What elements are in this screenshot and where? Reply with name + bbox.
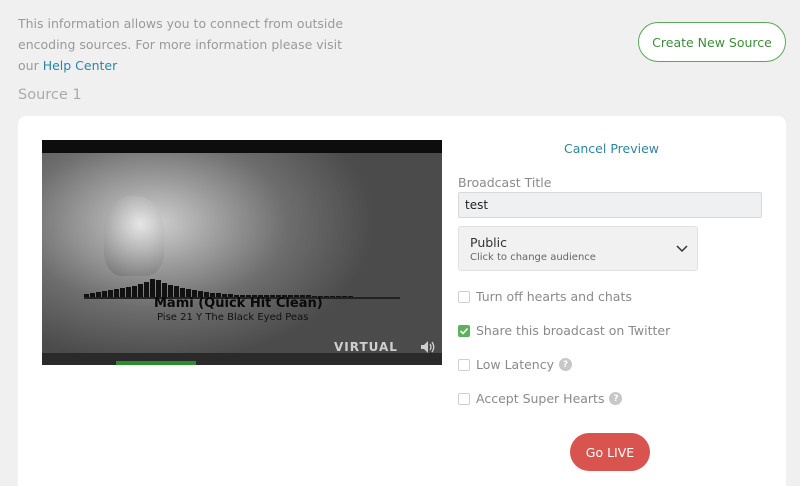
visualizer-bar [138,284,143,298]
source-card: Mami (Quick Hit Clean) Pise 21 Y The Bla… [18,116,786,486]
video-song-title: Mami (Quick Hit Clean) [154,296,323,311]
question-icon[interactable]: ? [609,392,623,405]
super-hearts-label: Accept Super Hearts [476,391,605,406]
audience-hint: Click to change audience [470,252,596,263]
info-text: This information allows you to connect f… [18,13,348,76]
go-live-button[interactable]: Go LIVE [570,433,650,471]
broadcast-title-input[interactable] [458,192,762,218]
checkmark-icon [459,327,469,335]
chevron-down-icon [676,245,688,253]
video-progress-bar[interactable] [116,361,196,365]
audience-dropdown[interactable]: Public Click to change audience [458,226,698,271]
option-turn-off-hearts[interactable]: Turn off hearts and chats [458,289,632,304]
virtual-logo: VIRTUAL [334,340,398,354]
option-super-hearts[interactable]: Accept Super Hearts ? [458,391,623,406]
cancel-preview-link[interactable]: Cancel Preview [564,141,659,156]
option-low-latency[interactable]: Low Latency ? [458,357,572,372]
twitter-label: Share this broadcast on Twitter [476,323,671,338]
video-frame [42,153,442,353]
video-artist: Pise 21 Y The Black Eyed Peas [157,312,309,323]
super-hearts-checkbox[interactable] [458,392,470,405]
low-latency-label: Low Latency [476,357,554,372]
twitter-checkbox[interactable] [458,324,470,337]
video-preview[interactable]: Mami (Quick Hit Clean) Pise 21 Y The Bla… [42,140,442,365]
source-title: Source 1 [18,87,82,103]
audience-value: Public [470,235,507,250]
video-top-bar [42,140,442,153]
help-center-link[interactable]: Help Center [43,58,118,73]
question-icon[interactable]: ? [559,358,572,371]
audio-visualizer [84,258,353,298]
create-new-source-button[interactable]: Create New Source [638,22,786,62]
broadcast-title-label: Broadcast Title [458,175,552,190]
hearts-checkbox[interactable] [458,290,470,303]
option-share-twitter[interactable]: Share this broadcast on Twitter [458,323,670,338]
low-latency-checkbox[interactable] [458,358,470,371]
speaker-icon[interactable] [420,340,436,354]
video-bottom-bar [42,353,442,365]
visualizer-bar [144,282,149,298]
hearts-label: Turn off hearts and chats [476,289,632,304]
